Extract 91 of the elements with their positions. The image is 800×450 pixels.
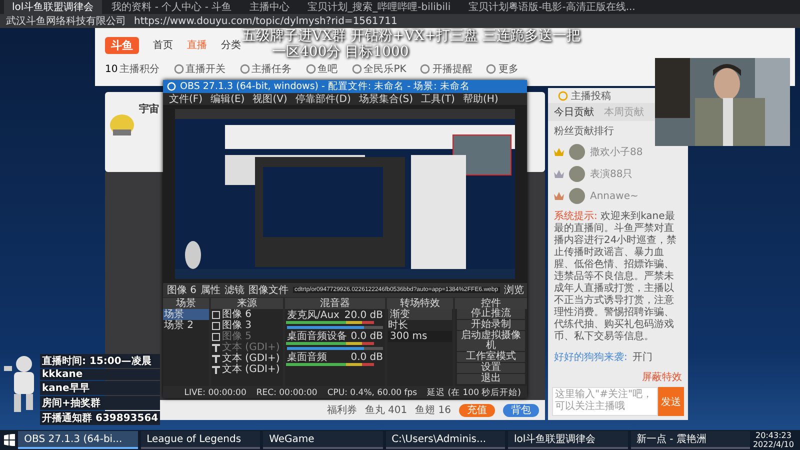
source-item[interactable]: 文本 (GDI+) xyxy=(222,364,280,375)
channel-reading: 0.0 dB xyxy=(350,331,383,342)
window-title: OBS 27.1.3 (64-bit, windows) - 配置文件: 未命名 - 场景: 未命名 xyxy=(180,80,470,93)
source-item[interactable]: 文本 (GDI+) xyxy=(222,353,280,364)
browse-button[interactable]: 浏览 xyxy=(504,283,524,297)
rank-title: 粉丝贡献排行 xyxy=(554,124,614,138)
tool-icon xyxy=(240,64,250,74)
duration-field[interactable]: 300 ms xyxy=(388,331,452,342)
browser-tab[interactable]: 宝贝计划粤语版-电影-高清正版在线... xyxy=(460,0,644,14)
control-button[interactable]: 工作室模式 xyxy=(457,352,525,362)
file-label: 图像文件 xyxy=(248,284,289,297)
dock-title: 控件 xyxy=(455,298,527,309)
tool-icon xyxy=(306,64,316,74)
nav-link[interactable]: 首页 xyxy=(153,38,173,52)
menu-item[interactable]: 停靠部件(D) xyxy=(295,92,351,106)
duration-label: 时长 xyxy=(388,320,408,331)
chat-input[interactable]: 这里输入"#关注"吧，可以关注主播哦 xyxy=(552,387,658,416)
avatar xyxy=(569,144,585,160)
browser-tab[interactable]: 主播中心 xyxy=(242,0,298,14)
tool-label[interactable]: 主播任务 xyxy=(252,62,292,76)
scene-item[interactable]: 场景 xyxy=(163,309,209,320)
tool-label[interactable]: 开播提醒 xyxy=(432,62,472,76)
chat-tab[interactable]: 今日贡献 xyxy=(554,105,594,120)
tool-label[interactable]: 鱼吧 xyxy=(318,62,338,76)
channel-reading: 20.0 dB xyxy=(344,310,383,321)
site-name: 武汉斗鱼网络科技有限公司 xyxy=(6,14,126,28)
taskbar-item[interactable]: OBS 27.1.3 (64-bi... xyxy=(18,431,138,449)
menu-item[interactable]: 场景集合(S) xyxy=(358,92,414,106)
clock-time: 20:43:23 xyxy=(756,431,792,440)
menu-item[interactable]: 工具(T) xyxy=(421,92,455,106)
transition-select[interactable]: 渐变 xyxy=(388,309,452,320)
address-field[interactable]: https://www.douyu.com/topic/dylmysh?rid=1561711 xyxy=(134,16,398,26)
avatar xyxy=(569,166,585,182)
control-button[interactable]: 退出 xyxy=(457,374,525,384)
dock-title: 来源 xyxy=(211,298,283,309)
tool-label[interactable]: 更多 xyxy=(498,62,518,76)
menu-item[interactable]: 文件(F) xyxy=(169,92,203,106)
selected-source: 图像 6 xyxy=(167,284,197,297)
taskbar-item[interactable]: lol斗鱼联盟调律会 xyxy=(508,431,628,449)
source-item[interactable]: 图像 3 xyxy=(222,320,252,331)
footer-button[interactable]: 背包 xyxy=(503,404,539,416)
channel-name: 麦克风/Aux xyxy=(287,310,340,321)
control-button[interactable]: 停止推流 xyxy=(457,309,525,319)
wallet-item[interactable]: 福利券 xyxy=(326,403,357,417)
tool-icon xyxy=(486,64,496,74)
control-button[interactable]: 开始录制 xyxy=(457,320,525,330)
system-message: 系统提示: 欢迎来到kane最最的直播间。斗鱼严禁对直播内容进行24小时巡查，禁止传播时政谣言、暴力血腥、低俗色情、招嫖诈骗、违禁品等不良信息。严禁未成年人直播或打赏，主播以不正当方式诱导打赏，注意理性消费。警惕招聘诈骗、代练代抽、购买礼包码游戏币、私下交易等信息。 xyxy=(553,210,678,344)
tool-icon xyxy=(420,64,430,74)
dock-title: 场景 xyxy=(163,298,209,309)
status-text: 延迟 (在 100 秒后开始) xyxy=(427,386,521,398)
browser-tab[interactable]: 我的资料 - 个人中心 - 斗鱼 xyxy=(104,0,240,14)
menu-item[interactable]: 帮助(H) xyxy=(462,92,498,106)
app-icon xyxy=(167,82,176,91)
wallet-item[interactable]: 鱼丸 401 xyxy=(364,403,408,417)
chat-message: 开门 xyxy=(632,350,652,364)
taskbar-item[interactable]: C:\Users\Adminis... xyxy=(386,431,506,449)
channel-name: 桌面音频设备 xyxy=(287,331,347,342)
browser-tab[interactable]: lol斗鱼联盟调律会 xyxy=(4,0,102,14)
filters-button[interactable]: 滤镜 xyxy=(224,283,245,297)
dock-title: 转场特效 xyxy=(387,298,453,309)
clock-date: 2022/4/10 xyxy=(752,440,794,449)
control-button[interactable]: 启动虚拟摄像机 xyxy=(457,331,525,351)
tool-label[interactable]: 全民乐PK xyxy=(364,62,406,76)
volume-slider[interactable] xyxy=(287,326,383,329)
status-text: CPU: 0.4%, 60.00 fps xyxy=(327,388,418,398)
volume-slider[interactable] xyxy=(287,347,383,350)
status-text: REC: 00:00:00 xyxy=(256,388,318,398)
tool-icon xyxy=(174,64,184,74)
status-text: LIVE: 00:00:00 xyxy=(184,388,246,398)
taskbar-item[interactable]: 新一点 - 震艳洲 xyxy=(630,431,750,449)
taskbar-item[interactable]: WeGame xyxy=(263,431,383,449)
streamer-name: 宇宙 xyxy=(139,104,159,115)
tool-icon xyxy=(352,64,362,74)
properties-button[interactable]: 属性 xyxy=(200,283,221,297)
browser-tab[interactable]: 宝贝计划_搜索_哔哩哔哩-bilibili xyxy=(300,0,459,14)
start-icon[interactable] xyxy=(4,434,16,446)
menu-item[interactable]: 编辑(E) xyxy=(210,92,245,106)
tool-label[interactable]: 直播开关 xyxy=(186,62,226,76)
channel-name: 桌面音频 xyxy=(287,352,327,363)
points-value: 10 xyxy=(105,64,118,74)
panel-title: 主播投稿 xyxy=(571,90,611,103)
wallet-item[interactable]: 鱼翅 16 xyxy=(415,403,451,417)
control-button[interactable]: 设置 xyxy=(457,363,525,373)
channel-reading: 0.0 dB xyxy=(350,352,383,363)
source-item[interactable]: 图像 6 xyxy=(222,309,252,320)
avatar xyxy=(569,188,585,204)
nav-link[interactable]: 分类 xyxy=(221,38,241,52)
tool-label[interactable]: 主播积分 xyxy=(120,62,160,76)
scene-item[interactable]: 场景 2 xyxy=(163,320,209,331)
taskbar-item[interactable]: League of Legends xyxy=(140,431,260,449)
menu-item[interactable]: 视图(V) xyxy=(252,92,288,106)
